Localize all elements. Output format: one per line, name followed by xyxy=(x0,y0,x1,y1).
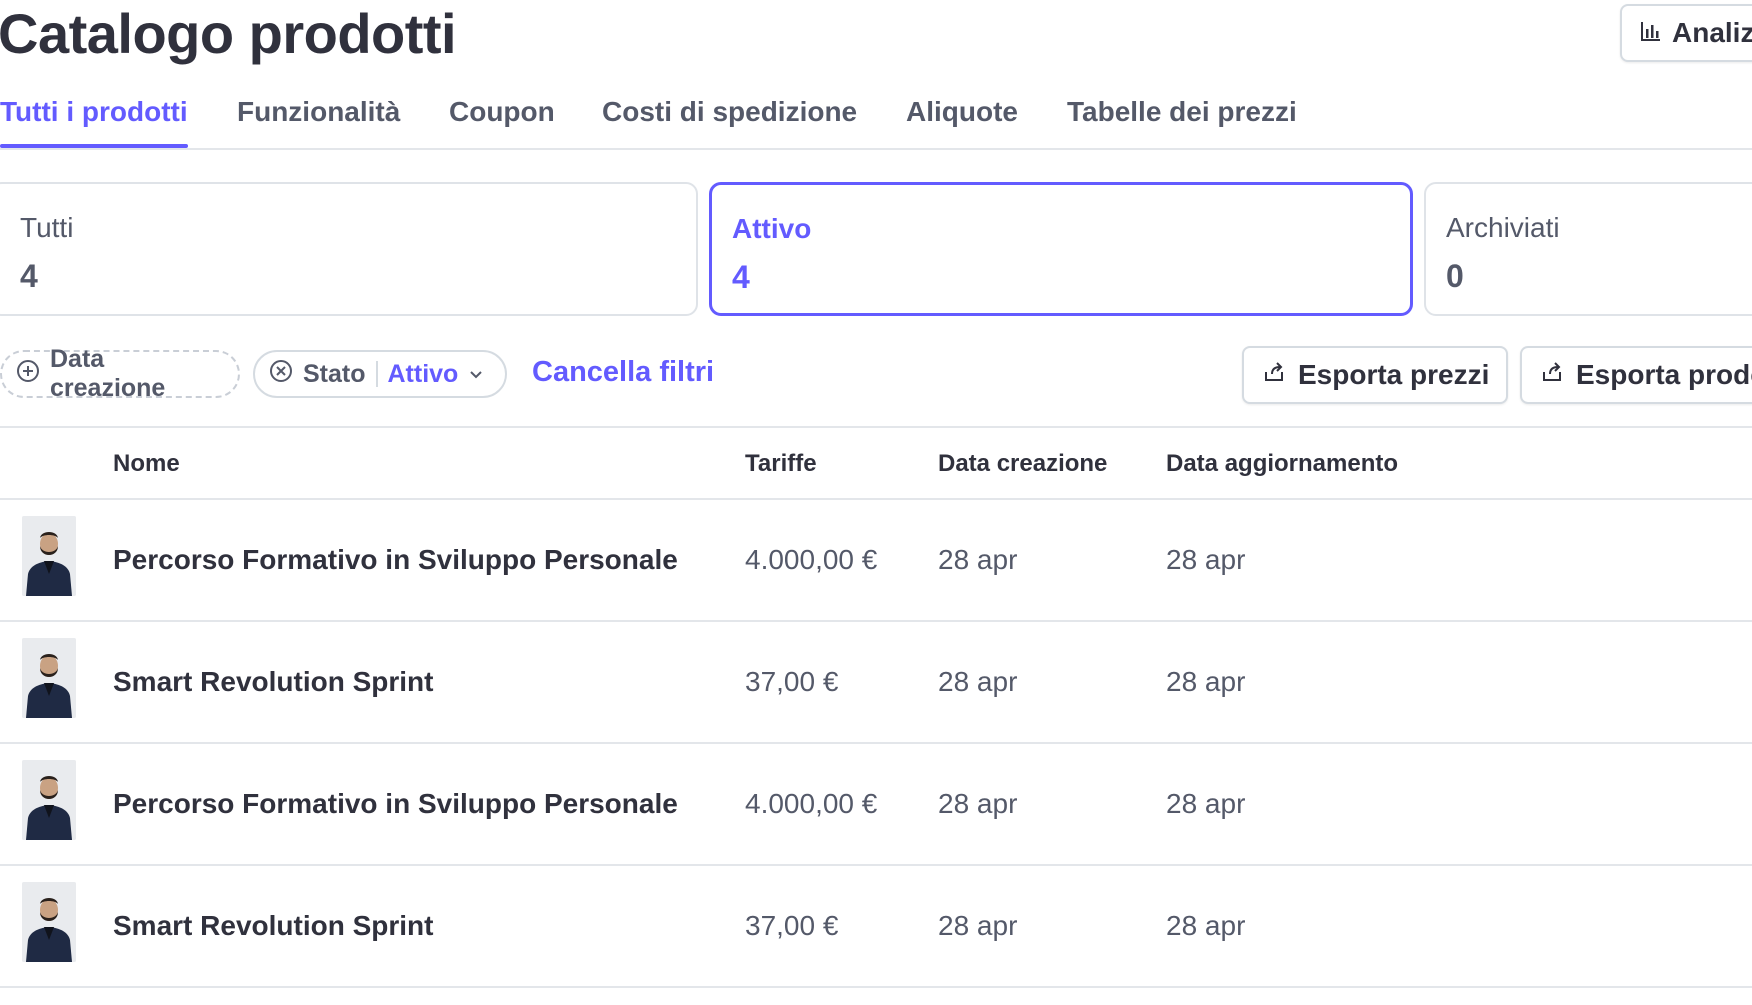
created-date-filter-chip[interactable]: Data creazione xyxy=(0,345,240,402)
product-name[interactable]: Percorso Formativo in Sviluppo Personale xyxy=(113,544,678,576)
product-name[interactable]: Smart Revolution Sprint xyxy=(113,910,433,942)
export-icon xyxy=(1540,359,1564,391)
status-filter-value: Attivo xyxy=(387,359,459,388)
chip-divider xyxy=(375,361,378,387)
product-created-date: 28 apr xyxy=(938,666,1018,697)
product-image xyxy=(22,760,76,840)
product-image xyxy=(22,882,76,962)
product-catalog-page: Catalogo prodotti Analiz Tutti i prodott… xyxy=(0,0,1752,1005)
status-card-label: Tutti xyxy=(20,212,74,243)
column-header-created[interactable]: Data creazione xyxy=(938,450,1107,478)
analytics-button[interactable]: Analiz xyxy=(1620,4,1752,62)
product-created-date: 28 apr xyxy=(938,788,1018,819)
created-date-filter-label: Data creazione xyxy=(50,345,166,402)
product-name[interactable]: Percorso Formativo in Sviluppo Personale xyxy=(113,788,678,820)
status-card-count: 4 xyxy=(732,259,750,295)
column-header-name[interactable]: Nome xyxy=(113,450,180,478)
export-prices-button[interactable]: Esporta prezzi xyxy=(1242,346,1508,404)
export-prices-label: Esporta prezzi xyxy=(1298,359,1490,390)
tab-tax-rates[interactable]: Aliquote xyxy=(906,96,1018,148)
export-products-button[interactable]: Esporta prodo xyxy=(1520,346,1752,404)
products-table: Nome Tariffe Data creazione Data aggiorn… xyxy=(0,426,1752,988)
column-header-prices[interactable]: Tariffe xyxy=(745,450,817,478)
product-price: 37,00 € xyxy=(745,910,839,941)
status-card-count: 4 xyxy=(20,258,38,294)
table-row[interactable]: Percorso Formativo in Sviluppo Personale… xyxy=(0,500,1752,622)
bar-chart-icon xyxy=(1640,17,1662,49)
product-updated-date: 28 apr xyxy=(1166,666,1246,697)
export-icon xyxy=(1262,359,1286,391)
status-card-label: Attivo xyxy=(732,213,812,244)
status-card-archived[interactable]: Archiviati 0 xyxy=(1424,182,1752,316)
column-header-updated[interactable]: Data aggiornamento xyxy=(1166,450,1398,478)
export-products-label: Esporta prodo xyxy=(1576,359,1752,390)
table-row[interactable]: Percorso Formativo in Sviluppo Personale… xyxy=(0,744,1752,866)
clear-filters-link[interactable]: Cancella filtri xyxy=(532,356,714,389)
status-filter-chip[interactable]: Stato Attivo xyxy=(253,350,507,398)
table-row[interactable]: Smart Revolution Sprint 37,00 € 28 apr 2… xyxy=(0,622,1752,744)
status-card-active[interactable]: Attivo 4 xyxy=(709,182,1413,316)
status-card-label: Archiviati xyxy=(1446,212,1560,243)
status-filter-label: Stato xyxy=(303,359,366,388)
tab-coupons[interactable]: Coupon xyxy=(449,96,555,148)
tab-bar: Tutti i prodotti Funzionalità Coupon Cos… xyxy=(0,86,1752,150)
table-row[interactable]: Smart Revolution Sprint 37,00 € 28 apr 2… xyxy=(0,866,1752,988)
product-price: 37,00 € xyxy=(745,666,839,697)
product-price: 4.000,00 € xyxy=(745,788,878,819)
page-title: Catalogo prodotti xyxy=(0,2,457,65)
filter-bar: Data creazione Stato Attivo Cancella fil… xyxy=(0,345,1752,404)
table-header: Nome Tariffe Data creazione Data aggiorn… xyxy=(0,426,1752,500)
tab-features[interactable]: Funzionalità xyxy=(237,96,400,148)
product-created-date: 28 apr xyxy=(938,910,1018,941)
tab-shipping-rates[interactable]: Costi di spedizione xyxy=(602,96,857,148)
remove-circle-icon[interactable] xyxy=(269,359,293,390)
chevron-down-icon xyxy=(468,360,484,389)
product-created-date: 28 apr xyxy=(938,544,1018,575)
product-updated-date: 28 apr xyxy=(1166,544,1246,575)
tab-pricing-tables[interactable]: Tabelle dei prezzi xyxy=(1067,96,1297,148)
add-circle-icon xyxy=(16,359,40,390)
product-image xyxy=(22,516,76,596)
product-updated-date: 28 apr xyxy=(1166,788,1246,819)
tab-all-products[interactable]: Tutti i prodotti xyxy=(0,96,188,148)
product-price: 4.000,00 € xyxy=(745,544,878,575)
product-image xyxy=(22,638,76,718)
analytics-button-label: Analiz xyxy=(1672,17,1752,48)
status-card-all[interactable]: Tutti 4 xyxy=(0,182,698,316)
status-card-count: 0 xyxy=(1446,258,1464,294)
product-updated-date: 28 apr xyxy=(1166,910,1246,941)
product-name[interactable]: Smart Revolution Sprint xyxy=(113,666,433,698)
